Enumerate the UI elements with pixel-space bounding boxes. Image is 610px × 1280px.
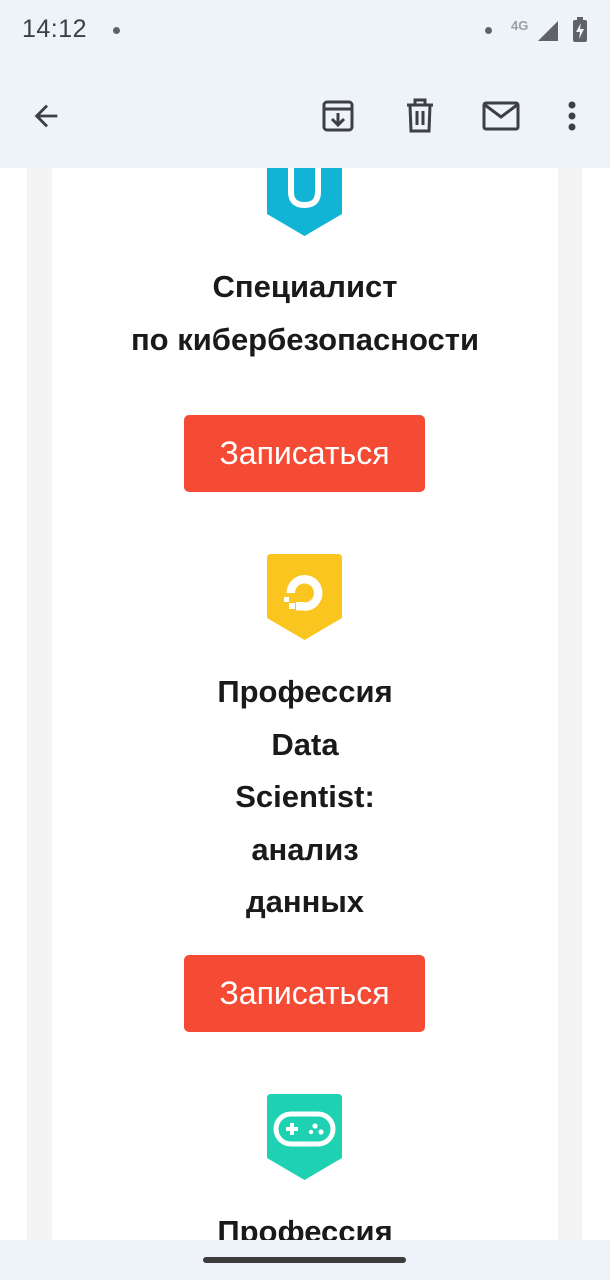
data-science-logo-icon xyxy=(267,554,342,640)
content-margin-left xyxy=(27,168,52,1240)
course-title: Профессия xyxy=(52,1206,558,1240)
home-gesture-handle[interactable] xyxy=(203,1257,406,1263)
email-body: Специалист по кибербезопасности Записать… xyxy=(0,168,610,1240)
course-title-line: Scientist: xyxy=(235,779,375,814)
course-title-line: данных xyxy=(245,884,365,919)
mail-icon xyxy=(482,101,520,131)
more-vert-icon xyxy=(568,101,576,131)
course-title-line: Специалист xyxy=(212,269,398,304)
content-margin-right xyxy=(558,168,582,1240)
course-title: Профессия Data Scientist: анализ данных xyxy=(52,666,558,929)
signal-icon xyxy=(538,21,558,41)
status-time: 14:12 xyxy=(22,15,88,43)
course-title-line: по кибербезопасности xyxy=(130,321,480,357)
network-type-label: 4G xyxy=(511,18,529,33)
notification-dot xyxy=(485,27,492,34)
back-button[interactable] xyxy=(22,92,70,140)
email-toolbar xyxy=(0,64,610,168)
status-bar: 14:12 4G xyxy=(0,0,610,64)
delete-button[interactable] xyxy=(396,92,444,140)
shield-keyhole-icon xyxy=(267,168,342,236)
archive-button[interactable] xyxy=(314,92,362,140)
course-title: Специалист по кибербезопасности xyxy=(52,261,558,366)
archive-icon xyxy=(322,100,354,132)
course-title-line: анализ xyxy=(251,831,359,867)
more-options-button[interactable] xyxy=(548,92,596,140)
battery-icon xyxy=(573,17,587,42)
back-arrow-icon xyxy=(34,104,58,128)
course-title-line: Профессия xyxy=(217,1214,393,1240)
delete-icon xyxy=(407,98,433,133)
enroll-button[interactable]: Записаться xyxy=(184,415,425,492)
course-title-line: Профессия xyxy=(217,674,393,709)
gamepad-icon xyxy=(267,1094,342,1180)
notification-dot xyxy=(113,27,120,34)
navigation-bar xyxy=(0,1240,610,1280)
enroll-button[interactable]: Записаться xyxy=(184,955,425,1032)
mark-unread-button[interactable] xyxy=(477,92,525,140)
course-title-line: Data xyxy=(271,726,339,762)
